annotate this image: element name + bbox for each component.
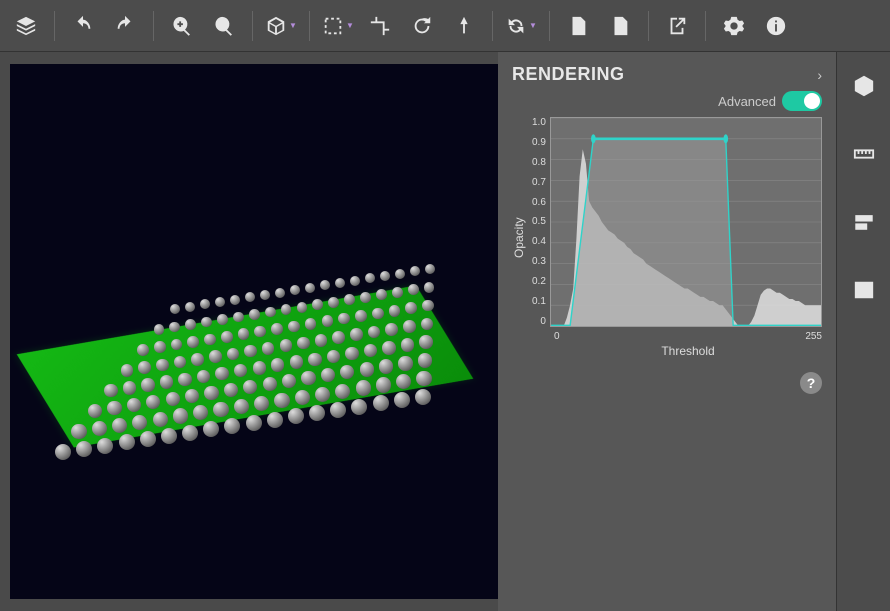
separator	[705, 11, 706, 41]
settings-icon	[723, 15, 745, 37]
separator	[252, 11, 253, 41]
crop-button[interactable]	[360, 6, 400, 46]
info-icon	[765, 15, 787, 37]
zoom-out-icon	[213, 15, 235, 37]
separator	[153, 11, 154, 41]
x-axis-label: Threshold	[554, 344, 822, 358]
share-icon	[666, 15, 688, 37]
chevron-down-icon: ▼	[346, 21, 354, 30]
side-panels: RENDERING › Advanced Opacity 1.00.90.80.…	[498, 52, 890, 611]
advanced-toggle[interactable]	[782, 91, 822, 111]
levels-button[interactable]	[844, 202, 884, 242]
view-cube-menu[interactable]: ▼	[261, 6, 301, 46]
advanced-row: Advanced	[512, 91, 822, 111]
help-row: ?	[512, 372, 822, 394]
x-axis-ticks: 0255	[554, 331, 822, 342]
export-pdf-button[interactable]	[558, 6, 598, 46]
marker-button[interactable]	[444, 6, 484, 46]
collapse-chevron-icon[interactable]: ›	[817, 67, 822, 83]
rotate-button[interactable]	[402, 6, 442, 46]
separator	[54, 11, 55, 41]
select-menu[interactable]: ▼	[318, 6, 358, 46]
chevron-down-icon: ▼	[529, 21, 537, 30]
panel-header: RENDERING ›	[512, 64, 822, 85]
layers-button[interactable]	[6, 6, 46, 46]
ruler-button[interactable]	[844, 134, 884, 174]
rotate-icon	[411, 15, 433, 37]
redo-icon	[114, 15, 136, 37]
right-rail	[836, 52, 890, 611]
cube-icon	[265, 15, 287, 37]
main-area: RENDERING › Advanced Opacity 1.00.90.80.…	[0, 52, 890, 611]
view3d-button[interactable]	[844, 66, 884, 106]
marker-icon	[453, 15, 475, 37]
settings-button[interactable]	[714, 6, 754, 46]
export-csv-button[interactable]	[600, 6, 640, 46]
share-button[interactable]	[657, 6, 697, 46]
viewport-3d[interactable]	[10, 64, 498, 599]
separator	[549, 11, 550, 41]
ruler-icon	[853, 143, 875, 165]
image-button[interactable]	[844, 270, 884, 310]
image-icon	[853, 279, 875, 301]
3d-cube-icon	[853, 75, 875, 97]
redo-button[interactable]	[105, 6, 145, 46]
help-button[interactable]: ?	[800, 372, 822, 394]
advanced-label: Advanced	[718, 94, 776, 109]
transfer-function-chart: Opacity 1.00.90.80.70.60.50.40.30.20.10 …	[512, 117, 822, 358]
rendering-panel: RENDERING › Advanced Opacity 1.00.90.80.…	[498, 52, 836, 611]
select-icon	[322, 15, 344, 37]
y-axis-ticks: 1.00.90.80.70.60.50.40.30.20.10	[532, 117, 546, 327]
layers-icon	[15, 15, 37, 37]
separator	[492, 11, 493, 41]
crop-icon	[369, 15, 391, 37]
chart-inner: 1.00.90.80.70.60.50.40.30.20.10 0255 Thr…	[532, 117, 822, 358]
separator	[309, 11, 310, 41]
zoom-in-button[interactable]	[162, 6, 202, 46]
chart-canvas[interactable]	[550, 117, 822, 327]
undo-button[interactable]	[63, 6, 103, 46]
levels-icon	[853, 211, 875, 233]
panel-title: RENDERING	[512, 64, 625, 85]
separator	[648, 11, 649, 41]
zoom-out-button[interactable]	[204, 6, 244, 46]
sync-rotate-icon	[505, 15, 527, 37]
pdf-icon	[567, 15, 589, 37]
chevron-down-icon: ▼	[289, 21, 297, 30]
sync-rotate-button[interactable]: ▼	[501, 6, 541, 46]
zoom-in-icon	[171, 15, 193, 37]
csv-icon	[609, 15, 631, 37]
y-axis-label: Opacity	[512, 117, 526, 358]
top-toolbar: ▼ ▼ ▼	[0, 0, 890, 52]
undo-icon	[72, 15, 94, 37]
info-button[interactable]	[756, 6, 796, 46]
